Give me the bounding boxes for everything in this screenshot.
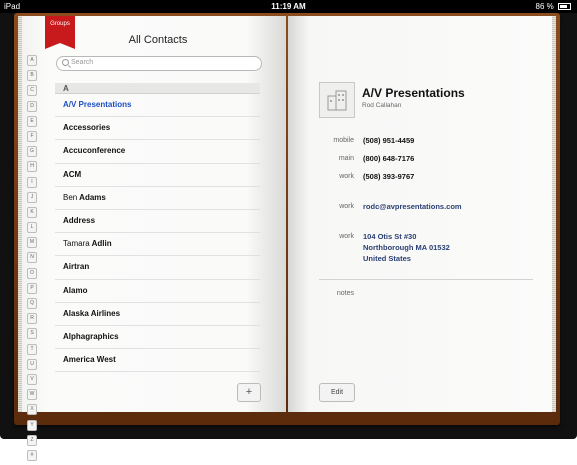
search-input[interactable]: Search bbox=[56, 56, 262, 71]
list-item[interactable]: Alphagraphics bbox=[55, 326, 260, 350]
search-placeholder: Search bbox=[71, 59, 94, 66]
index-letter-g[interactable]: G bbox=[27, 146, 37, 158]
contact-last-name: Adlin bbox=[91, 239, 112, 249]
phone-mobile-value[interactable]: (508) 951-4459 bbox=[363, 136, 414, 145]
index-letter-m[interactable]: M bbox=[27, 237, 37, 249]
index-letter-hash[interactable]: # bbox=[27, 449, 37, 461]
index-letter-l[interactable]: L bbox=[27, 222, 37, 234]
index-letter-x[interactable]: X bbox=[27, 404, 37, 416]
list-item[interactable]: Alamo bbox=[55, 280, 260, 303]
index-letter-z[interactable]: Z bbox=[27, 434, 37, 446]
page-edge-right bbox=[552, 16, 556, 412]
list-item[interactable]: Accessories bbox=[55, 117, 260, 141]
contact-subtitle: Rod Callahan bbox=[362, 102, 402, 109]
address-line2[interactable]: Northborough MA 01532 bbox=[363, 243, 450, 252]
contact-last-name: Accuconference bbox=[63, 146, 126, 156]
groups-label: Groups bbox=[50, 21, 70, 27]
search-icon bbox=[62, 59, 69, 66]
phone-main-label: main bbox=[338, 155, 354, 162]
list-item[interactable]: Address bbox=[55, 210, 260, 234]
index-letter-j[interactable]: J bbox=[27, 191, 37, 203]
contact-last-name: A/V Presentations bbox=[63, 100, 132, 109]
battery-status: 86 % bbox=[536, 0, 571, 13]
index-letter-h[interactable]: H bbox=[27, 161, 37, 173]
contact-last-name: America West bbox=[63, 355, 116, 365]
add-contact-button[interactable]: + bbox=[237, 383, 261, 402]
status-bar: iPad 11:19 AM 86 % bbox=[0, 0, 577, 13]
contact-photo[interactable] bbox=[319, 82, 355, 118]
contact-last-name: Alamo bbox=[63, 285, 88, 295]
index-letter-i[interactable]: I bbox=[27, 176, 37, 188]
battery-icon bbox=[558, 3, 571, 11]
contact-last-name: Address bbox=[63, 215, 96, 225]
index-letter-w[interactable]: W bbox=[27, 389, 37, 401]
index-letter-c[interactable]: C bbox=[27, 85, 37, 97]
contact-first-name: Tamara bbox=[63, 239, 90, 249]
contact-name: A/V Presentations bbox=[362, 86, 465, 100]
contact-last-name: ACM bbox=[63, 169, 82, 179]
contact-detail-page bbox=[288, 16, 552, 412]
index-letter-p[interactable]: P bbox=[27, 282, 37, 294]
email-work-value[interactable]: rodc@avpresentations.com bbox=[363, 202, 462, 211]
device-frame: iPad 11:19 AM 86 % Groups All Contacts S… bbox=[0, 0, 577, 461]
index-letter-u[interactable]: U bbox=[27, 358, 37, 370]
contact-last-name: Alphagraphics bbox=[63, 331, 119, 341]
index-letter-v[interactable]: V bbox=[27, 373, 37, 385]
address-line1[interactable]: 104 Otis St #30 bbox=[363, 232, 416, 241]
index-letter-o[interactable]: O bbox=[27, 267, 37, 279]
address-line3[interactable]: United States bbox=[363, 254, 411, 263]
status-time: 11:19 AM bbox=[271, 2, 306, 11]
notes-divider bbox=[319, 279, 533, 280]
index-letter-f[interactable]: F bbox=[27, 130, 37, 142]
building-icon bbox=[327, 90, 347, 111]
list-item[interactable]: ACM bbox=[55, 164, 260, 187]
index-letter-s[interactable]: S bbox=[27, 328, 37, 340]
edit-button[interactable]: Edit bbox=[319, 383, 355, 402]
index-letter-q[interactable]: Q bbox=[27, 298, 37, 309]
phone-work-value[interactable]: (508) 393-9767 bbox=[363, 172, 414, 181]
list-item[interactable]: Alaska Airlines bbox=[55, 303, 260, 326]
email-work-label: work bbox=[339, 203, 354, 210]
contacts-list: A A/V Presentations Accessories Accuconf… bbox=[55, 83, 260, 373]
notes-label: notes bbox=[336, 290, 354, 297]
list-item[interactable]: A/V Presentations bbox=[55, 94, 260, 118]
index-letter-a[interactable]: A bbox=[27, 55, 37, 66]
page-title: All Contacts bbox=[128, 34, 188, 46]
list-item[interactable]: Ben Adams bbox=[55, 187, 260, 210]
list-item[interactable]: Airtran bbox=[55, 256, 260, 280]
phone-work-label: work bbox=[339, 173, 354, 180]
index-letter-t[interactable]: T bbox=[27, 343, 37, 355]
index-letter-b[interactable]: B bbox=[27, 70, 37, 82]
index-letter-k[interactable]: K bbox=[27, 206, 37, 218]
battery-percent: 86 % bbox=[535, 2, 554, 11]
contact-last-name: Adams bbox=[79, 192, 106, 202]
phone-mobile-label: mobile bbox=[333, 137, 354, 144]
index-letter-n[interactable]: N bbox=[27, 252, 37, 264]
contact-last-name: Alaska Airlines bbox=[63, 308, 121, 318]
list-item[interactable]: America West bbox=[55, 349, 260, 373]
index-letter-e[interactable]: E bbox=[27, 115, 37, 127]
contact-first-name: Ben bbox=[63, 192, 78, 202]
address-work-label: work bbox=[339, 233, 354, 240]
list-item[interactable]: Tamara Adlin bbox=[55, 233, 260, 257]
contact-last-name: Airtran bbox=[63, 262, 90, 272]
index-letter-r[interactable]: R bbox=[27, 313, 37, 325]
phone-main-value[interactable]: (800) 648-7176 bbox=[363, 154, 414, 163]
section-header: A bbox=[55, 83, 260, 94]
alphabet-index: A B C D E F G H I J K L M N O P Q R S T … bbox=[27, 55, 37, 465]
index-letter-y[interactable]: Y bbox=[27, 419, 37, 431]
list-item[interactable]: Accuconference bbox=[55, 140, 260, 164]
index-letter-d[interactable]: D bbox=[27, 100, 37, 112]
contact-last-name: Accessories bbox=[63, 123, 111, 133]
